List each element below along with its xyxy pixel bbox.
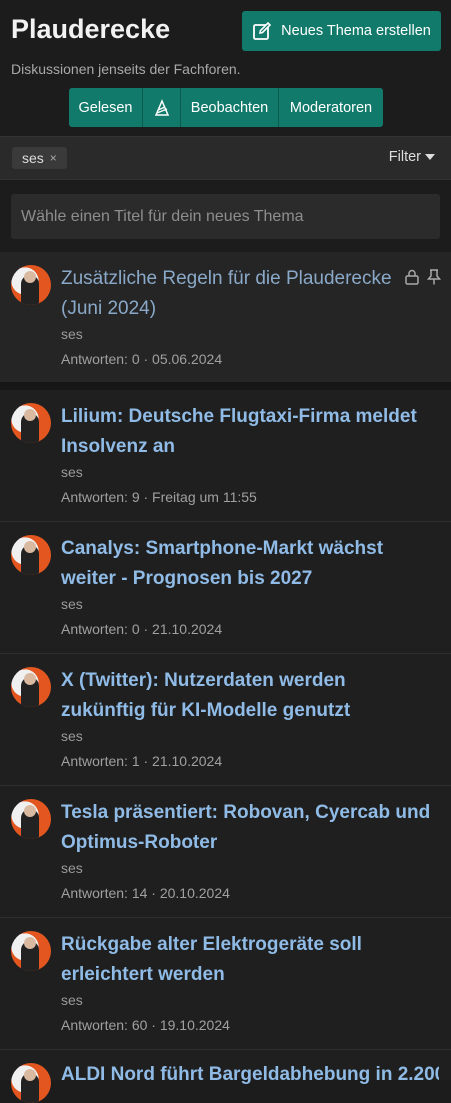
thread-row[interactable]: X (Twitter): Nutzerdaten werden zukünfti… xyxy=(0,654,451,786)
thread-meta: Antworten: 1 · 21.10.2024 xyxy=(61,753,223,769)
compose-icon xyxy=(253,21,272,40)
avatar[interactable] xyxy=(11,799,51,839)
caret-down-icon xyxy=(425,154,435,160)
filter-chip-label: ses xyxy=(22,150,44,166)
close-icon[interactable]: × xyxy=(50,151,57,165)
thread-title-link[interactable]: X (Twitter): Nutzerdaten werden zukünfti… xyxy=(61,666,431,726)
avatar[interactable] xyxy=(11,403,51,443)
thread-row[interactable]: Canalys: Smartphone-Markt wächst weiter … xyxy=(0,522,451,654)
thread-title-link[interactable]: Tesla präsentiert: Robovan, Cyercab und … xyxy=(61,798,431,858)
quick-thread-input[interactable]: Wähle einen Titel für dein neues Thema xyxy=(11,194,440,239)
forum-description: Diskussionen jenseits der Fachforen. xyxy=(11,61,241,77)
mark-read-button[interactable]: Gelesen xyxy=(69,88,143,127)
thread-title-link[interactable]: ALDI Nord führt Bargeldabhebung in 2.200 xyxy=(61,1060,439,1090)
search-forum-button[interactable] xyxy=(143,88,181,127)
thread-author[interactable]: ses xyxy=(61,596,83,612)
thread-meta: Antworten: 14 · 20.10.2024 xyxy=(61,885,230,901)
filter-bar: ses × Filter xyxy=(0,136,451,180)
thread-author[interactable]: ses xyxy=(61,464,83,480)
thread-status-icons xyxy=(405,269,441,285)
avatar[interactable] xyxy=(11,931,51,971)
thread-row[interactable]: Lilium: Deutsche Flugtaxi-Firma meldet I… xyxy=(0,390,451,522)
moderators-button[interactable]: Moderatoren xyxy=(279,88,383,127)
thread-title-link[interactable]: Rückgabe alter Elektrogeräte soll erleic… xyxy=(61,930,431,990)
thread-row[interactable]: Rückgabe alter Elektrogeräte soll erleic… xyxy=(0,918,451,1050)
filter-chip[interactable]: ses × xyxy=(12,147,67,169)
filter-menu-button[interactable]: Filter xyxy=(389,149,435,165)
filter-label: Filter xyxy=(388,149,421,165)
thread-row[interactable]: ALDI Nord führt Bargeldabhebung in 2.200 xyxy=(0,1050,451,1103)
watch-button[interactable]: Beobachten xyxy=(181,88,279,127)
forum-actions: Gelesen Beobachten Moderatoren xyxy=(69,88,383,127)
thread-list: Zusätzliche Regeln für die Plauderecke (… xyxy=(0,252,451,1103)
thread-meta: Antworten: 0 · 21.10.2024 xyxy=(61,621,223,637)
thread-title-link[interactable]: Lilium: Deutsche Flugtaxi-Firma meldet I… xyxy=(61,402,431,462)
new-thread-button[interactable]: Neues Thema erstellen xyxy=(242,11,441,51)
thread-meta: Antworten: 60 · 19.10.2024 xyxy=(61,1017,230,1033)
avatar[interactable] xyxy=(11,1063,51,1103)
page-title: Plauderecke xyxy=(11,14,171,44)
thread-author[interactable]: ses xyxy=(61,728,83,744)
thread-title-link[interactable]: Zusätzliche Regeln für die Plauderecke (… xyxy=(61,264,431,324)
new-thread-label: Neues Thema erstellen xyxy=(281,23,431,39)
thread-meta: Antworten: 9 · Freitag um 11:55 xyxy=(61,489,257,505)
thread-author[interactable]: ses xyxy=(61,326,83,342)
forum-header: Plauderecke Neues Thema erstellen Diskus… xyxy=(0,0,451,136)
lock-icon xyxy=(405,269,419,285)
thread-author[interactable]: ses xyxy=(61,992,83,1008)
mark-read-icon xyxy=(154,98,169,116)
thread-title-link[interactable]: Canalys: Smartphone-Markt wächst weiter … xyxy=(61,534,431,594)
thread-author[interactable]: ses xyxy=(61,860,83,876)
pin-icon xyxy=(427,269,441,285)
avatar[interactable] xyxy=(11,667,51,707)
avatar[interactable] xyxy=(11,535,51,575)
sticky-thread[interactable]: Zusätzliche Regeln für die Plauderecke (… xyxy=(0,252,451,390)
thread-row[interactable]: Tesla präsentiert: Robovan, Cyercab und … xyxy=(0,786,451,918)
thread-meta: Antworten: 0 · 05.06.2024 xyxy=(61,351,223,367)
avatar[interactable] xyxy=(11,265,51,305)
